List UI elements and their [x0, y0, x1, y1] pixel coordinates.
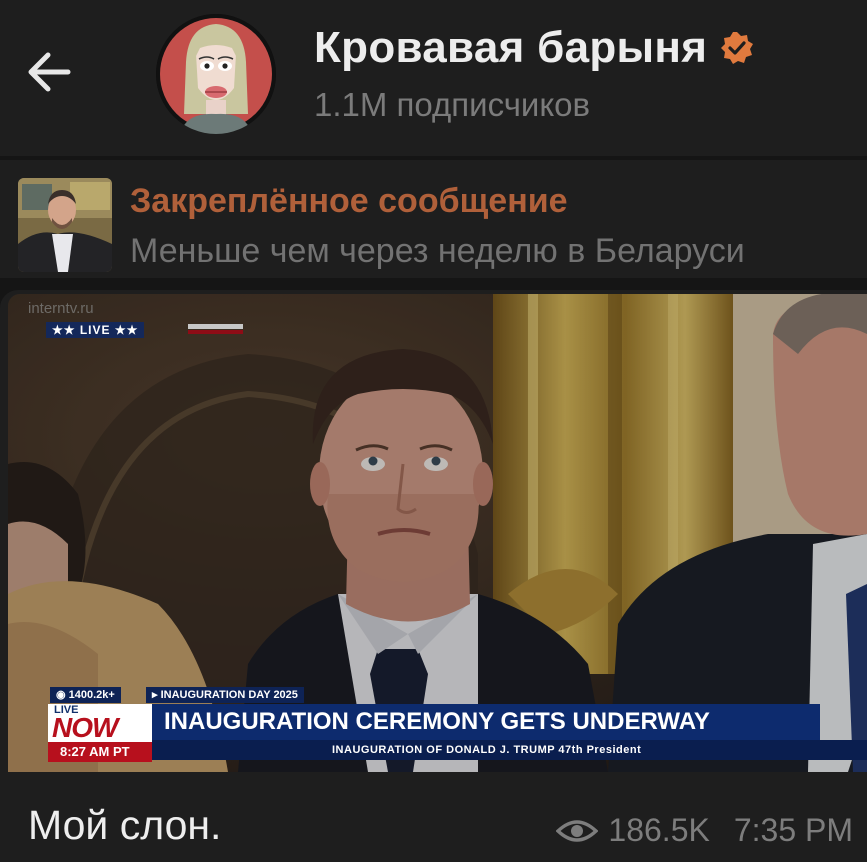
eye-icon [556, 819, 599, 842]
view-count: 186.5K [608, 812, 710, 848]
photo-scene [8, 294, 867, 772]
message-caption: Мой слон. [28, 802, 222, 848]
pinned-thumbnail [18, 178, 112, 272]
avatar-illustration [156, 14, 276, 134]
pinned-preview-text: Меньше чем через неделю в Беларуси [130, 232, 745, 270]
channel-title-row[interactable]: Кровавая барыня [314, 20, 755, 76]
live-now-label: NOW [52, 712, 118, 743]
channel-name: Кровавая барыня [314, 23, 708, 72]
message-time: 7:35 PM [733, 812, 853, 848]
subline-banner: INAUGURATION OF DONALD J. TRUMP 47th Pre… [152, 740, 867, 760]
pinned-message-bar[interactable]: Закреплённое сообщение Меньше чем через … [0, 160, 867, 278]
event-badge: ▸ INAUGURATION DAY 2025 [146, 687, 304, 703]
video-watermark: interntv.ru [28, 300, 94, 317]
pinned-title: Закреплённое сообщение [130, 182, 568, 220]
verified-badge-icon [721, 32, 754, 64]
headline-banner: INAUGURATION CEREMONY GETS UNDERWAY [152, 704, 820, 740]
viewers-badge: ◉ 1400.2k+ [50, 687, 121, 703]
channel-header: Кровавая барыня 1.1M подписчиков [0, 0, 867, 156]
back-button[interactable] [22, 44, 78, 100]
channel-avatar[interactable] [156, 14, 276, 134]
broadcast-time: 8:27 AM PT [60, 744, 130, 759]
message-meta: 186.5K 7:35 PM [556, 812, 853, 849]
subscriber-count: 1.1M подписчиков [314, 86, 591, 123]
live-badge: ★★ LIVE ★★ [46, 322, 145, 338]
message-photo[interactable]: interntv.ru ★★ LIVE ★★ ◉ 1400.2k+ ▸ INAU… [8, 294, 867, 772]
arrow-left-icon [28, 52, 71, 92]
message-bubble: interntv.ru ★★ LIVE ★★ ◉ 1400.2k+ ▸ INAU… [0, 290, 867, 862]
